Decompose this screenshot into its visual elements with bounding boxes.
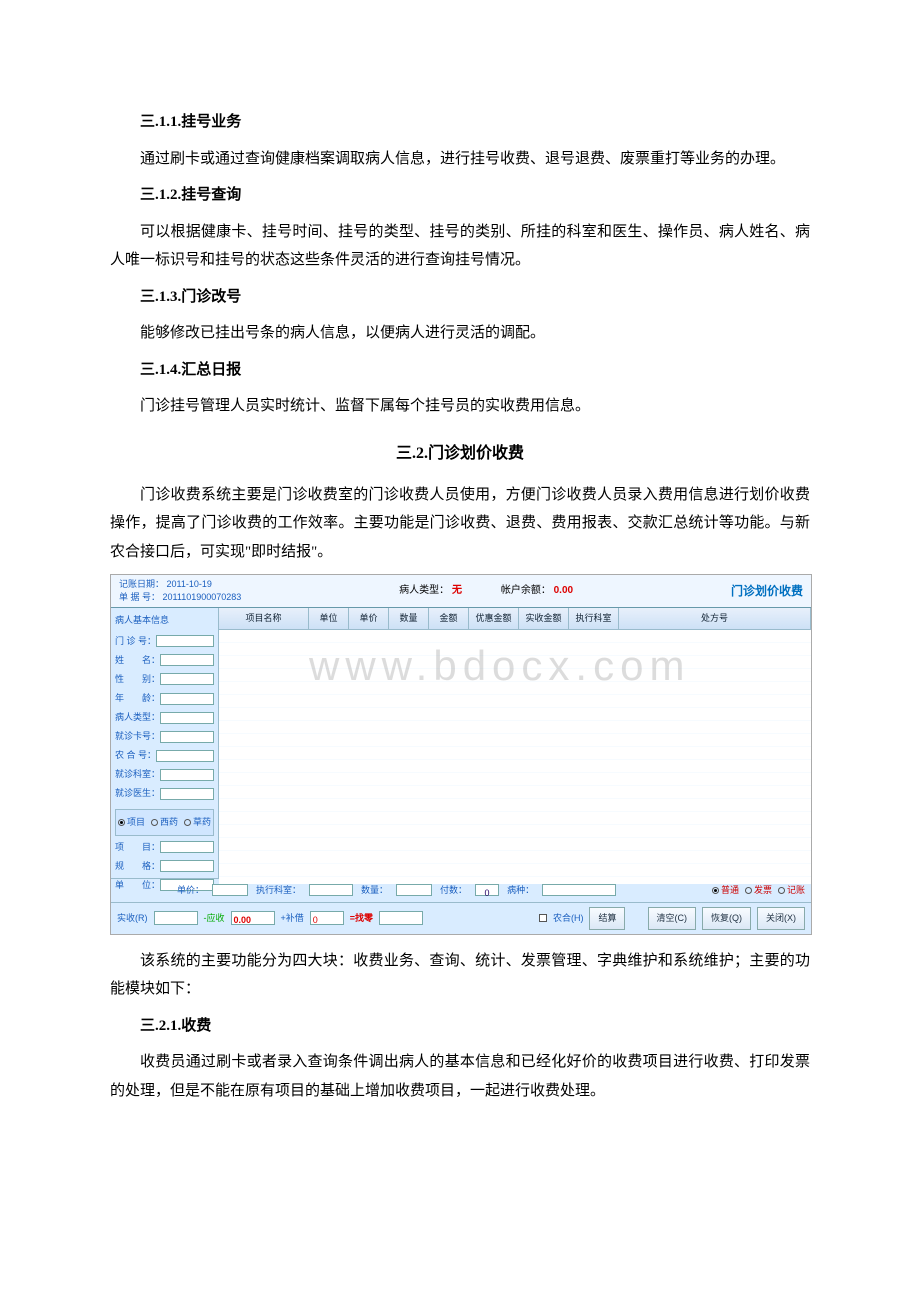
heading-3-1-3: 三.1.3.门诊改号 (110, 283, 810, 312)
col-item-name[interactable]: 项目名称 (219, 608, 309, 629)
add-input[interactable]: 0 (310, 911, 344, 925)
ncms-label: 农合(H) (553, 910, 584, 927)
para-after-screenshot: 该系统的主要功能分为四大块：收费业务、查询、统计、发票管理、字典维护和系统维护；… (110, 947, 810, 1004)
balance-label: 帐户余额： (501, 585, 551, 596)
radio-icon (778, 887, 785, 894)
field-item-label: 项 目： (115, 839, 160, 856)
mid-qty-input[interactable] (396, 884, 432, 896)
bill-no-label: 单 据 号： (119, 592, 160, 602)
field-name-input[interactable] (160, 654, 214, 666)
rec-date-value: 2011-10-19 (167, 579, 212, 589)
bill-no-value: 2011101900070283 (163, 592, 242, 602)
field-ncms-no-label: 农 合 号： (115, 747, 156, 764)
radio-west-med[interactable]: 西药 (151, 814, 178, 831)
field-ncms-no-input[interactable] (156, 750, 214, 762)
radio-account[interactable]: 记账 (778, 882, 805, 899)
field-age-input[interactable] (160, 693, 214, 705)
mid-dose-input[interactable]: 0 (475, 884, 499, 896)
mid-kind-label: 病种： (507, 882, 534, 899)
field-gender-input[interactable] (160, 673, 214, 685)
field-spec-input[interactable] (160, 860, 214, 872)
mid-dose-label: 付数： (440, 882, 467, 899)
settle-button[interactable]: 结算 (589, 907, 625, 930)
lbl-change: =找零 (350, 910, 373, 927)
heading-3-1-1: 三.1.1.挂号业务 (110, 108, 810, 137)
mid-kind-input[interactable] (542, 884, 616, 896)
restore-button[interactable]: 恢复(Q) (702, 907, 751, 930)
para-3-1-4: 门诊挂号管理人员实时统计、监督下属每个挂号员的实收费用信息。 (110, 392, 810, 421)
watermark-text: www.bdocx.com (309, 626, 690, 706)
field-visit-dept-label: 就诊科室： (115, 766, 160, 783)
balance-value: 0.00 (554, 585, 573, 596)
lbl-real-receive: 实收(R) (117, 910, 148, 927)
radio-icon (712, 887, 719, 894)
heading-3-2-1: 三.2.1.收费 (110, 1012, 810, 1041)
app-body: 病人基本信息 门 诊 号： 姓 名： 性 别： 年 龄： 病人类型： 就诊卡号：… (111, 608, 811, 878)
field-visit-dept-input[interactable] (160, 769, 214, 781)
field-item-input[interactable] (160, 841, 214, 853)
field-unit-label: 单 位： (115, 877, 160, 894)
field-gender-label: 性 别： (115, 671, 160, 688)
radio-normal[interactable]: 普通 (712, 882, 739, 899)
app-header: 记账日期： 2011-10-19 单 据 号： 2011101900070283… (111, 575, 811, 607)
print-mode-radio-group: 普通 发票 记账 (712, 882, 805, 899)
heading-3-1-2: 三.1.2.挂号查询 (110, 181, 810, 210)
radio-icon (151, 819, 158, 826)
lbl-should: -应收 (204, 910, 225, 927)
mid-qty-label: 数量： (361, 882, 388, 899)
para-3-1-3: 能够修改已挂出号条的病人信息，以便病人进行灵活的调配。 (110, 319, 810, 348)
radio-icon (745, 887, 752, 894)
rec-date-label: 记账日期： (119, 579, 164, 589)
app-bottombar: 实收(R) -应收 0.00 +补借 0 =找零 农合(H) 结算 清空(C) … (111, 902, 811, 934)
bottombar-right: 农合(H) 结算 清空(C) 恢复(Q) 关闭(X) (539, 907, 805, 930)
field-card-no-label: 就诊卡号： (115, 728, 160, 745)
radio-icon (118, 819, 125, 826)
real-receive-input[interactable] (154, 911, 198, 925)
main-grid-area: 项目名称 单位 单价 数量 金额 优惠金额 实收金额 执行科室 处方号 www.… (219, 608, 811, 878)
radio-item[interactable]: 项目 (118, 814, 145, 831)
patient-type-value: 无 (452, 585, 462, 596)
field-patient-type-input[interactable] (160, 712, 214, 724)
para-3-1-1: 通过刷卡或通过查询健康档案调取病人信息，进行挂号收费、退号退费、废票重打等业务的… (110, 145, 810, 174)
ncms-checkbox[interactable] (539, 914, 547, 922)
header-left-block: 记账日期： 2011-10-19 单 据 号： 2011101900070283 (119, 578, 241, 603)
field-name-label: 姓 名： (115, 652, 160, 669)
sidebar-title: 病人基本信息 (115, 612, 214, 629)
para-3-2-1: 收费员通过刷卡或者录入查询条件调出病人的基本信息和已经化好价的收费项目进行收费、… (110, 1048, 810, 1105)
heading-3-2: 三.2.门诊划价收费 (110, 439, 810, 469)
field-outpatient-no-input[interactable] (156, 635, 214, 647)
mid-price-input[interactable] (212, 884, 248, 896)
heading-3-1-4: 三.1.4.汇总日报 (110, 356, 810, 385)
radio-icon (184, 819, 191, 826)
para-3-1-2: 可以根据健康卡、挂号时间、挂号的类型、挂号的类别、所挂的科室和医生、操作员、病人… (110, 218, 810, 275)
change-value (379, 911, 423, 925)
field-spec-label: 规 格： (115, 858, 160, 875)
field-visit-doctor-input[interactable] (160, 788, 214, 800)
field-card-no-input[interactable] (160, 731, 214, 743)
radio-herbal[interactable]: 草药 (184, 814, 211, 831)
bottombar-left: 实收(R) -应收 0.00 +补借 0 =找零 (117, 910, 423, 927)
mid-dept-input[interactable] (309, 884, 353, 896)
para-3-2: 门诊收费系统主要是门诊收费室的门诊收费人员使用，方便门诊收费人员录入费用信息进行… (110, 481, 810, 567)
item-type-radio-group: 项目 西药 草药 (115, 809, 214, 836)
app-title: 门诊划价收费 (731, 580, 803, 603)
mid-dept-label: 执行科室： (256, 882, 301, 899)
field-patient-type-label: 病人类型： (115, 709, 160, 726)
mid-price-label: 单价： (177, 882, 204, 899)
patient-type-label: 病人类型： (399, 585, 449, 596)
clear-button[interactable]: 清空(C) (648, 907, 697, 930)
radio-invoice[interactable]: 发票 (745, 882, 772, 899)
close-button[interactable]: 关闭(X) (757, 907, 805, 930)
lbl-add: +补借 (281, 910, 304, 927)
field-age-label: 年 龄： (115, 690, 160, 707)
should-value: 0.00 (231, 911, 275, 925)
field-visit-doctor-label: 就诊医生： (115, 785, 160, 802)
field-outpatient-no-label: 门 诊 号： (115, 633, 156, 650)
app-screenshot: 记账日期： 2011-10-19 单 据 号： 2011101900070283… (110, 574, 812, 934)
sidebar-panel: 病人基本信息 门 诊 号： 姓 名： 性 别： 年 龄： 病人类型： 就诊卡号：… (111, 608, 219, 878)
header-mid-block: 病人类型： 无 帐户余额： 0.00 (399, 581, 573, 600)
